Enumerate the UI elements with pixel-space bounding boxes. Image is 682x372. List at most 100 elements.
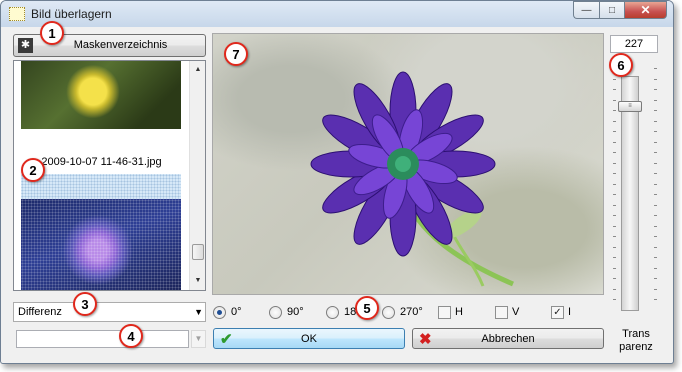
rotate-0-label: 0° (231, 306, 242, 318)
app-icon (9, 7, 25, 21)
maximize-button[interactable]: □ (599, 1, 624, 19)
title-bar: Bild überlagern — □ ✕ (1, 1, 673, 27)
callout-4: 4 (119, 324, 143, 348)
preview-flower-image (310, 71, 514, 287)
slider-tick (654, 89, 657, 90)
slider-tick (654, 162, 657, 164)
slider-tick (654, 99, 657, 101)
selection-highlight (21, 174, 181, 199)
flip-h-label: H (455, 306, 463, 318)
invert-label: I (568, 306, 572, 318)
cancel-label: Abbrechen (481, 332, 535, 345)
thumbnail-purple-flower[interactable] (21, 199, 181, 290)
radio-icon[interactable] (382, 305, 395, 319)
ok-label: OK (301, 332, 317, 345)
scrollbar-thumb[interactable] (192, 244, 204, 260)
mask-directory-label: Maskenverzeichnis (73, 39, 168, 51)
close-button[interactable]: ✕ (624, 1, 667, 19)
slider-tick (654, 68, 657, 69)
blend-mode-value: Differenz (18, 306, 62, 318)
ok-button[interactable]: ✔ OK (213, 328, 405, 349)
slider-tick (613, 194, 616, 195)
rotate-90-label: 90° (287, 306, 304, 318)
slider-tick (613, 299, 616, 300)
slider-tick (654, 288, 657, 290)
slider-tick (613, 215, 616, 216)
rotate-0-option[interactable]: 0° (213, 304, 242, 320)
slider-tick (654, 236, 657, 237)
slider-tick (613, 78, 616, 80)
slider-tick (613, 278, 616, 279)
slider-tick (613, 120, 616, 122)
checkmark-icon[interactable]: ✓ (551, 305, 564, 319)
slider-tick (613, 257, 616, 258)
transparency-value[interactable]: 227 (610, 35, 658, 53)
flip-v-checkbox[interactable]: V (495, 304, 519, 320)
radio-icon[interactable] (269, 305, 282, 319)
callout-7: 7 (224, 42, 248, 66)
callout-2: 2 (21, 158, 45, 182)
slider-tick (613, 141, 616, 143)
window-title: Bild überlagern (31, 7, 112, 21)
callout-3: 3 (73, 292, 97, 316)
slider-tick (654, 141, 657, 143)
slider-tick (613, 152, 616, 153)
slider-tick (654, 246, 657, 248)
gear-icon: ✱ (18, 38, 33, 53)
slider-tick (654, 78, 657, 80)
window-controls: — □ ✕ (573, 1, 667, 19)
slider-tick (613, 267, 616, 269)
slider-tick (613, 110, 616, 111)
slider-tick (654, 215, 657, 216)
cancel-button[interactable]: ✖ Abbrechen (412, 328, 604, 349)
slider-tick (613, 246, 616, 248)
rotate-90-option[interactable]: 90° (269, 304, 304, 320)
slider-tick (654, 267, 657, 269)
scroll-down-icon[interactable]: ▼ (190, 274, 205, 288)
rotate-270-label: 270° (400, 306, 423, 318)
input-dropdown-button[interactable]: ▼ (191, 330, 206, 348)
chevron-down-icon: ▼ (194, 307, 203, 317)
rotate-270-option[interactable]: 270° (382, 304, 423, 320)
scroll-up-icon[interactable]: ▲ (190, 63, 205, 77)
callout-1: 1 (40, 21, 64, 45)
checkbox-icon[interactable] (438, 305, 451, 319)
slider-tick (654, 173, 657, 174)
slider-tick (654, 257, 657, 258)
slider-tick (654, 299, 657, 300)
callout-6: 6 (609, 53, 633, 77)
mask-text-input[interactable] (16, 330, 189, 348)
slider-tick (654, 120, 657, 122)
callout-5: 5 (355, 296, 379, 320)
close-icon: ✖ (419, 331, 432, 348)
flip-h-checkbox[interactable]: H (438, 304, 463, 320)
slider-tick (613, 131, 616, 132)
slider-tick (654, 278, 657, 279)
radio-icon[interactable] (326, 305, 339, 319)
thumbnail-yellow-flower[interactable] (21, 61, 181, 129)
slider-tick (654, 152, 657, 153)
slider-tick (654, 194, 657, 195)
slider-tick (613, 204, 616, 206)
slider-handle[interactable]: ≡ (618, 100, 642, 112)
slider-tick (613, 288, 616, 290)
slider-tick (613, 183, 616, 185)
slider-tick (613, 162, 616, 164)
transparency-label-line2: parenz (619, 341, 653, 353)
slider-tick (654, 183, 657, 185)
slider-tick (613, 225, 616, 227)
invert-checkbox[interactable]: ✓ I (551, 304, 571, 320)
slider-tick (654, 110, 657, 111)
checkbox-icon[interactable] (495, 305, 508, 319)
slider-tick (654, 225, 657, 227)
slider-tick (613, 99, 616, 101)
flip-v-label: V (512, 306, 520, 318)
slider-tick (613, 173, 616, 174)
slider-tick (613, 236, 616, 237)
list-scrollbar[interactable]: ▲ ▼ (189, 61, 205, 290)
radio-selected-icon[interactable] (213, 305, 226, 319)
checkmark-icon: ✔ (220, 331, 233, 348)
minimize-button[interactable]: — (573, 1, 599, 19)
slider-tick (654, 131, 657, 132)
blend-mode-select[interactable]: Differenz ▼ (13, 302, 206, 322)
